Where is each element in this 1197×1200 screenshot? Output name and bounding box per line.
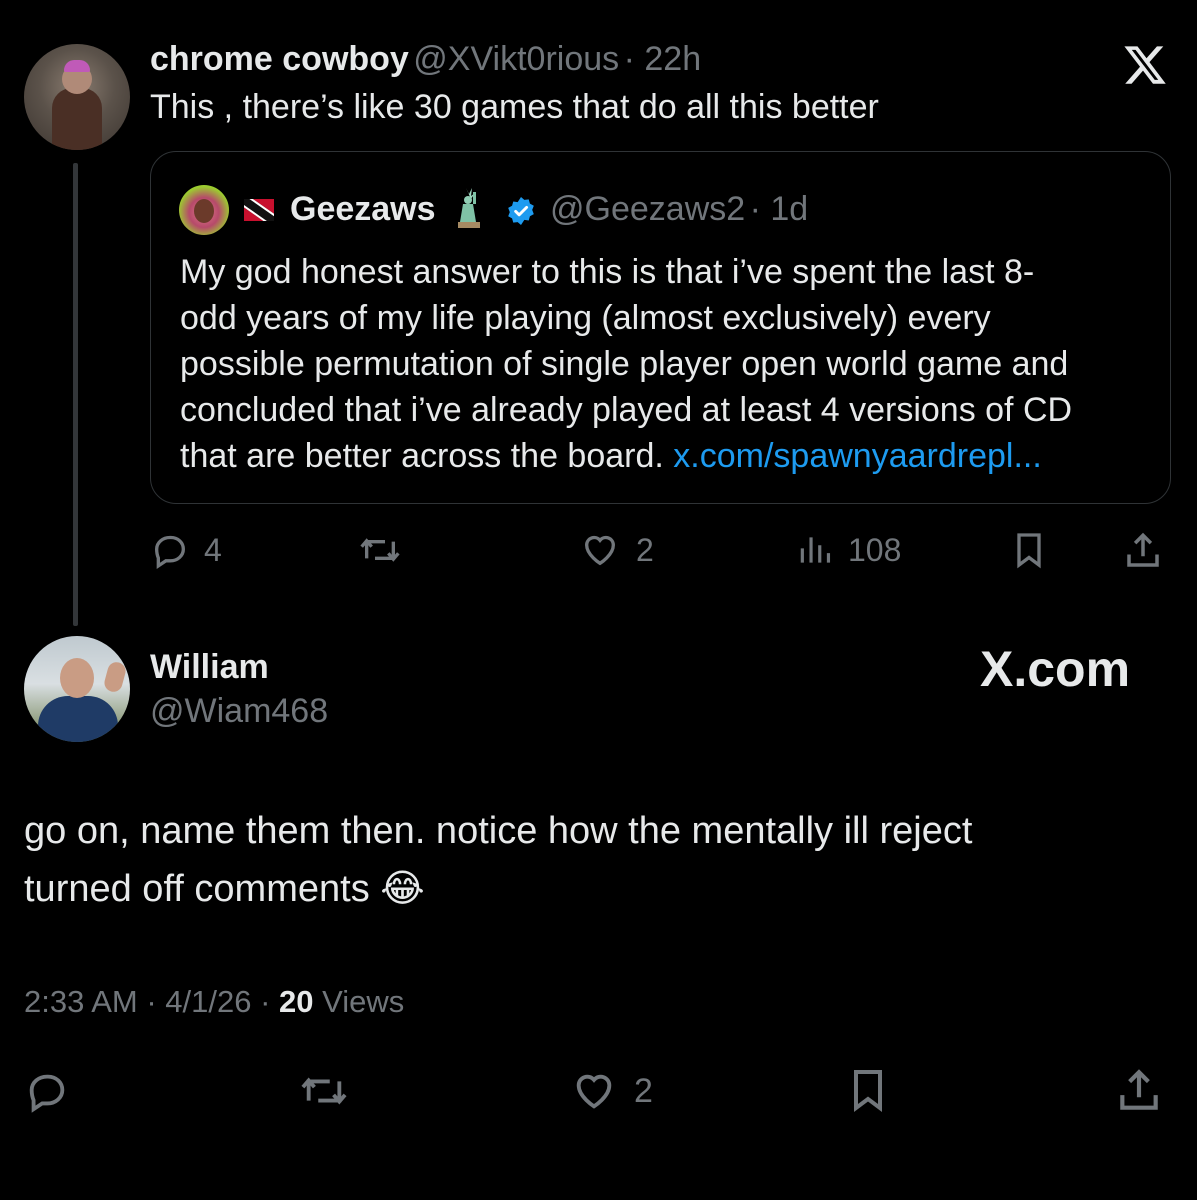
reply-text: This , there’s like 30 games that do all…: [150, 88, 879, 126]
bookmark-icon: [844, 1066, 892, 1114]
reply-bubble-icon: [150, 530, 190, 570]
repost-icon: [358, 530, 402, 570]
main-reply-button[interactable]: [24, 1068, 70, 1114]
x-logo-icon[interactable]: [1122, 42, 1168, 88]
reply-count: 4: [204, 531, 222, 568]
trinidad-flag-icon: [244, 199, 274, 221]
main-author-avatar[interactable]: [24, 636, 130, 742]
quoted-text-line: that are better across the board. x.com/…: [180, 437, 1042, 475]
views-label: Views: [322, 984, 405, 1019]
main-author-handle[interactable]: @Wiam468: [150, 692, 328, 731]
reply-button[interactable]: 4: [150, 530, 222, 570]
main-author-name[interactable]: William: [150, 648, 269, 687]
share-icon: [1114, 1066, 1164, 1116]
main-text-line: turned off comments 😂: [24, 868, 425, 910]
laughing-emoji: 😂: [380, 868, 425, 910]
repost-button[interactable]: [358, 530, 402, 570]
bookmark-button[interactable]: [1009, 530, 1049, 570]
reply-bubble-icon: [24, 1068, 70, 1114]
quoted-link[interactable]: x.com/spawnyaardrepl...: [673, 437, 1042, 475]
share-button[interactable]: [1122, 530, 1164, 572]
share-icon: [1122, 530, 1164, 572]
reply-author-avatar[interactable]: [24, 44, 130, 150]
main-tweet-meta: 2:33 AM · 4/1/26 · 20 Views: [24, 984, 404, 1020]
verified-badge-icon: [505, 195, 537, 227]
main-repost-button[interactable]: [298, 1068, 350, 1114]
heart-icon: [578, 530, 622, 570]
quoted-author-avatar[interactable]: [179, 185, 229, 235]
views-button[interactable]: 108: [796, 530, 901, 570]
main-like-count: 2: [634, 1071, 653, 1110]
like-count: 2: [636, 531, 654, 568]
repost-icon: [298, 1068, 350, 1114]
bookmark-icon: [1009, 530, 1049, 570]
main-text-line: go on, name them then. notice how the me…: [24, 810, 973, 852]
quoted-meta: @Geezaws2 · 1d: [550, 190, 808, 229]
thread-line: [73, 163, 78, 626]
quoted-author-name[interactable]: Geezaws: [290, 190, 436, 229]
reply-header: chrome cowboy @XVikt0rious · 22h: [150, 40, 701, 79]
quoted-text-line: odd years of my life playing (almost exc…: [180, 299, 991, 337]
heart-icon: [568, 1068, 620, 1114]
statue-of-liberty-icon: [452, 186, 486, 230]
reply-time: · 22h: [623, 40, 702, 78]
quoted-text: My god honest answer to this is that i’v…: [180, 249, 1072, 479]
reply-author-name[interactable]: chrome cowboy: [150, 40, 409, 78]
views-count-bold: 20: [279, 984, 314, 1019]
reply-author-handle[interactable]: @XVikt0rious: [413, 40, 619, 78]
main-share-button[interactable]: [1114, 1066, 1164, 1116]
bar-chart-icon: [796, 530, 834, 570]
quoted-text-line: possible permutation of single player op…: [180, 345, 1069, 383]
x-com-watermark: X.com: [980, 641, 1131, 697]
views-count: 108: [848, 531, 902, 568]
main-tweet-text: go on, name them then. notice how the me…: [24, 802, 972, 918]
tweet-timestamp[interactable]: 2:33 AM · 4/1/26 ·: [24, 984, 270, 1019]
quoted-text-line: concluded that i’ve already played at le…: [180, 391, 1073, 429]
main-like-button[interactable]: 2: [568, 1068, 653, 1114]
quoted-text-line: My god honest answer to this is that i’v…: [180, 253, 1035, 291]
quoted-author-handle[interactable]: @Geezaws2: [550, 190, 745, 228]
quoted-time: · 1d: [749, 190, 809, 228]
like-button[interactable]: 2: [578, 530, 654, 570]
main-bookmark-button[interactable]: [844, 1066, 892, 1114]
